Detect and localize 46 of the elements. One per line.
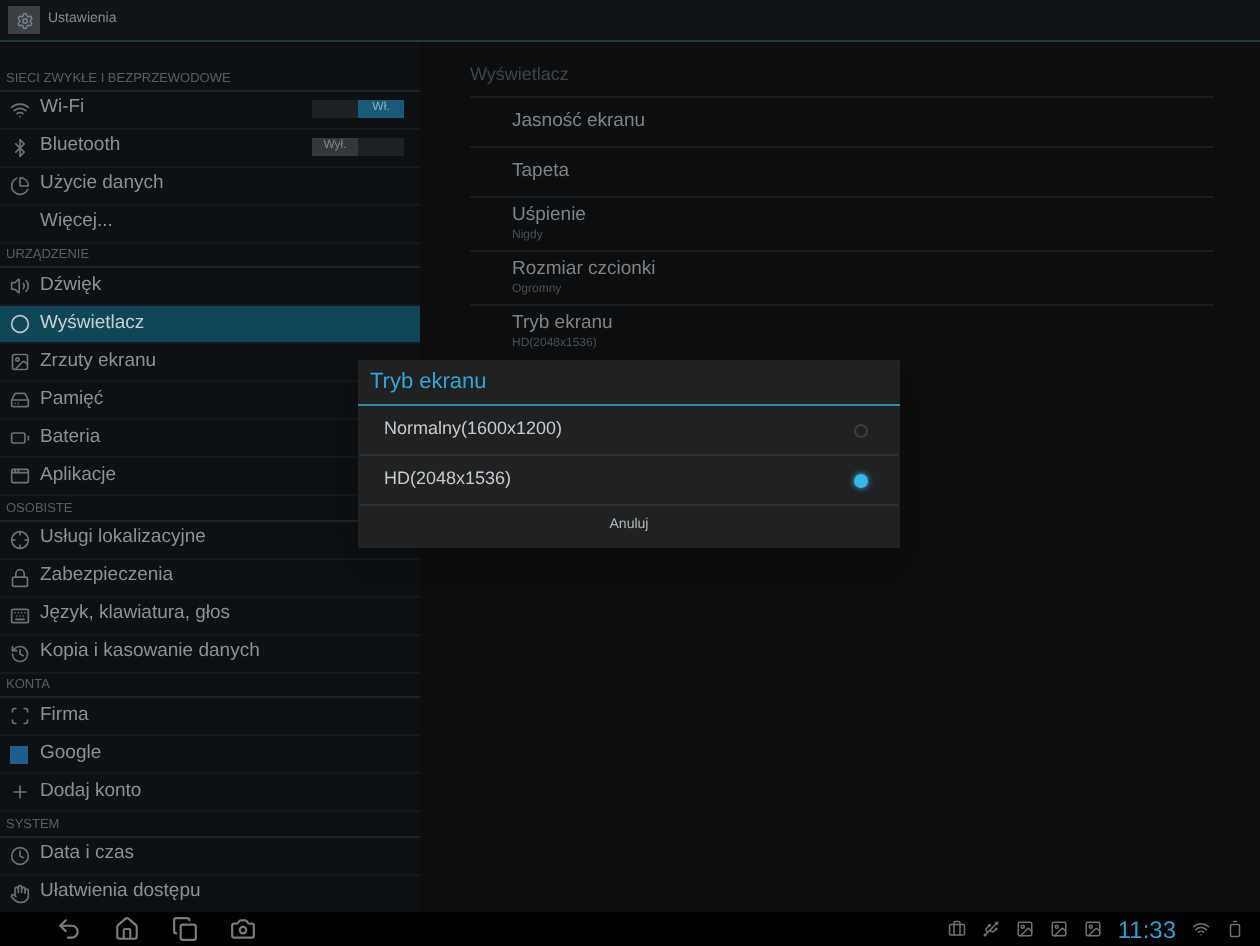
sidebar-item[interactable]: Użycie danych [0,167,420,205]
circle-icon [9,314,29,334]
page-title: Wyświetlacz [470,62,571,88]
radio-button[interactable] [854,473,868,487]
sidebar-item[interactable]: Wyświetlacz [0,306,420,344]
radio-button[interactable] [854,423,868,437]
usb-icon[interactable] [981,920,1000,938]
history-icon [9,643,29,663]
notification-icon[interactable] [1083,920,1102,938]
google-account-icon [10,745,28,763]
setting-row[interactable]: Jasność ekranu [470,96,1214,146]
sidebar-item[interactable]: Zabezpieczenia [0,559,420,597]
notification-icon[interactable] [1015,920,1034,938]
notification-icon[interactable] [1049,920,1068,938]
home-icon[interactable] [114,916,140,942]
hand-icon [9,883,29,903]
sidebar-item[interactable]: Data i czas [0,837,420,875]
frame-icon [9,706,29,726]
radio-option[interactable]: Normalny(1600x1200) [360,406,898,456]
app-icon [8,6,40,34]
setting-row[interactable]: Tapeta [470,146,1214,196]
sidebar-item[interactable]: Kopia i kasowanie danych [0,635,420,673]
plus-icon [9,782,29,802]
image-icon [9,352,29,372]
speaker-icon [9,276,29,296]
sidebar-item[interactable]: Język, klawiatura, głos [0,597,420,635]
keyboard-icon [9,605,29,625]
battery-icon [9,428,29,448]
crosshair-icon [9,529,29,549]
pie-chart-icon [9,175,29,195]
recent-apps-icon[interactable] [172,916,198,942]
clock-icon [9,845,29,865]
storage-icon [9,390,29,410]
sidebar-item[interactable]: Więcej... [0,205,420,243]
sidebar-item[interactable]: Dodaj konto [0,774,420,812]
wifi-icon [9,99,29,119]
bluetooth-icon [9,137,29,157]
clock-time: 11:33 [1117,913,1176,946]
back-icon[interactable] [56,916,82,942]
battery-icon [1226,920,1244,938]
sidebar-item[interactable]: Firma [0,698,420,736]
app-window-icon [9,466,29,486]
screenshot-icon[interactable] [230,916,256,942]
wifi-icon [1192,920,1210,938]
lock-icon [9,567,29,587]
sidebar-item[interactable]: Google [0,736,420,774]
